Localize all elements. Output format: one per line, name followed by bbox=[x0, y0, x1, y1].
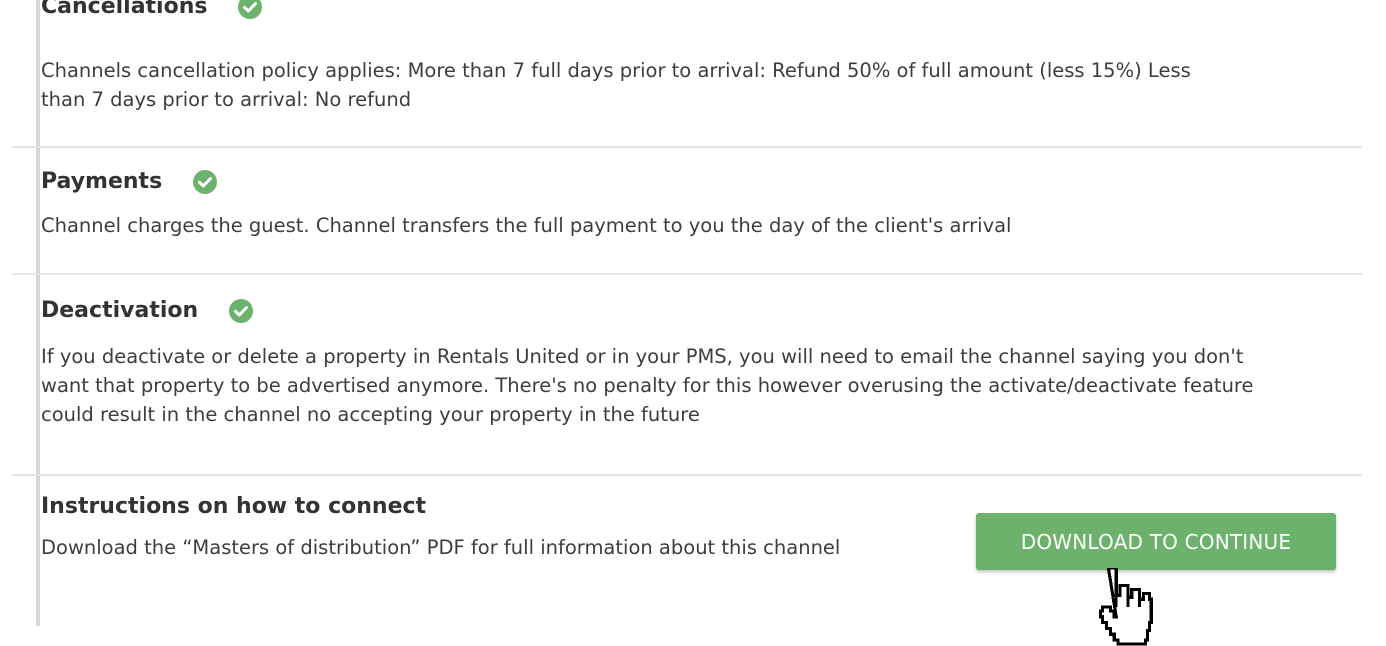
section-payments: Payments Channel charges the guest. Chan… bbox=[41, 167, 1341, 240]
cancellations-body: Channels cancellation policy applies: Mo… bbox=[41, 59, 1191, 111]
section-title: Instructions on how to connect bbox=[41, 492, 961, 522]
check-circle-icon bbox=[229, 299, 254, 323]
payments-body: Channel charges the guest. Channel trans… bbox=[41, 214, 1012, 237]
section-cancellations: Cancellations bbox=[41, 0, 1341, 22]
section-title: Payments bbox=[41, 167, 1341, 197]
payments-title: Payments bbox=[41, 169, 163, 194]
deactivation-body: If you deactivate or delete a property i… bbox=[41, 345, 1254, 426]
cancellations-title: Cancellations bbox=[41, 0, 208, 19]
instructions-body: Download the “Masters of distribution” P… bbox=[41, 536, 841, 559]
section-title: Deactivation bbox=[41, 296, 1341, 326]
channel-details-page: Cancellations Channels cancellation poli… bbox=[0, 0, 1386, 646]
divider bbox=[12, 474, 1362, 476]
section-title: Cancellations bbox=[41, 0, 1341, 22]
section-deactivation: Deactivation bbox=[41, 296, 1341, 326]
left-rule bbox=[36, 0, 40, 626]
section-instructions: Instructions on how to connect Download … bbox=[41, 492, 961, 562]
download-to-continue-button[interactable]: DOWNLOAD TO CONTINUE bbox=[976, 513, 1336, 570]
check-circle-icon bbox=[238, 0, 263, 19]
divider bbox=[12, 273, 1362, 275]
cancellations-body-wrap: Channels cancellation policy applies: Mo… bbox=[41, 56, 1221, 114]
deactivation-body-wrap: If you deactivate or delete a property i… bbox=[41, 342, 1291, 429]
check-circle-icon bbox=[193, 170, 218, 194]
divider bbox=[12, 146, 1362, 148]
deactivation-title: Deactivation bbox=[41, 298, 199, 323]
instructions-title: Instructions on how to connect bbox=[41, 494, 427, 519]
hand-pointer-icon bbox=[1099, 568, 1153, 646]
